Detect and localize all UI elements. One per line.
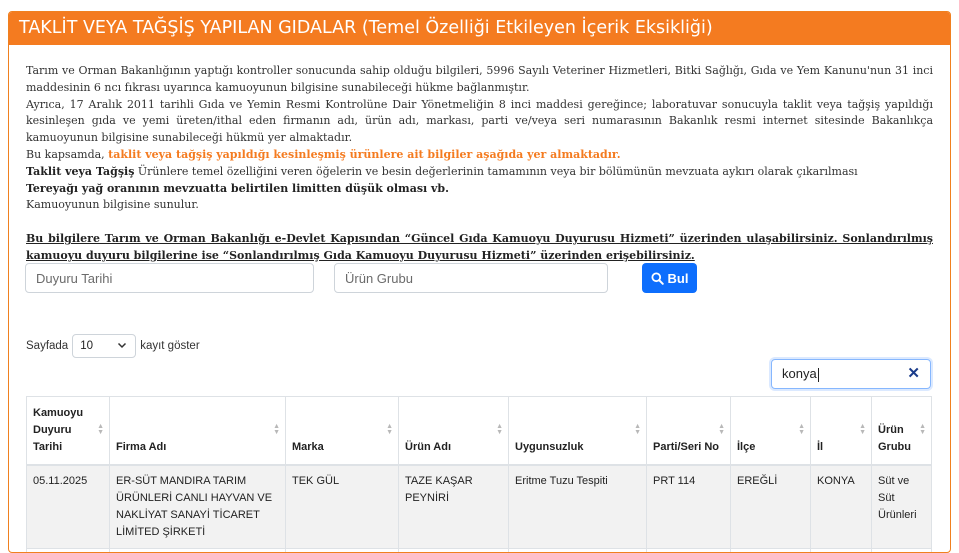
info-highlight: taklit veya tağşiş yapıldığı kesinleşmiş…	[108, 148, 620, 161]
info-paragraph-1: Tarım ve Orman Bakanlığının yaptığı kont…	[26, 63, 933, 97]
cell-empty	[27, 549, 110, 553]
page-length-select[interactable]: 10	[72, 334, 136, 358]
cell-date: 05.11.2025	[27, 465, 110, 549]
cell-empty	[872, 549, 932, 553]
column-header-group-label: Ürün Grubu	[878, 424, 911, 453]
column-header-lot-label: Parti/Seri No	[653, 441, 719, 453]
info-paragraph-4: Taklit veya Tağşiş Ürünlere temel özelli…	[26, 164, 933, 181]
edevlet-notice[interactable]: Bu bilgilere Tarım ve Orman Bakanlığı e-…	[26, 231, 933, 265]
column-header-company-label: Firma Adı	[116, 441, 166, 453]
cell-province: KONYA	[811, 465, 872, 549]
column-header-product-label: Ürün Adı	[405, 441, 451, 453]
cell-empty	[110, 549, 286, 553]
cell-lot: PRT 114	[647, 465, 731, 549]
sort-icon: ▲▼	[919, 424, 926, 436]
column-header-date[interactable]: Kamuoyu Duyuru Tarihi ▲▼	[27, 397, 110, 466]
main-panel: TAKLİT VEYA TAĞŞİŞ YAPILAN GIDALAR (Teme…	[8, 11, 951, 553]
column-header-district[interactable]: İlçe ▲▼	[731, 397, 811, 466]
content-body: Tarım ve Orman Bakanlığının yaptığı kont…	[9, 45, 950, 265]
sort-icon: ▲▼	[798, 424, 805, 436]
column-header-brand[interactable]: Marka ▲▼	[286, 397, 399, 466]
column-header-company[interactable]: Firma Adı ▲▼	[110, 397, 286, 466]
sort-icon: ▲▼	[718, 424, 725, 436]
cell-empty	[286, 549, 399, 553]
cell-empty	[731, 549, 811, 553]
table-row: 05.11.2025 ER-SÜT MANDIRA TARIM ÜRÜNLERİ…	[27, 465, 932, 549]
column-header-province[interactable]: İl ▲▼	[811, 397, 872, 466]
column-header-brand-label: Marka	[292, 441, 324, 453]
sort-icon: ▲▼	[496, 424, 503, 436]
table-header-row: Kamuoyu Duyuru Tarihi ▲▼ Firma Adı ▲▼ Mark…	[27, 397, 932, 466]
sort-icon: ▲▼	[634, 424, 641, 436]
sort-icon: ▲▼	[97, 424, 104, 436]
search-button[interactable]: Bul	[642, 263, 697, 293]
announcement-date-input[interactable]: Duyuru Tarihi	[25, 263, 314, 293]
table-search-input[interactable]: konya ✕	[771, 359, 931, 389]
search-button-label: Bul	[668, 271, 689, 286]
definition-term: Taklit veya Tağşiş	[26, 165, 134, 178]
product-group-input[interactable]: Ürün Grubu	[334, 263, 608, 293]
column-header-date-label: Kamuoyu Duyuru Tarihi	[33, 407, 83, 453]
table-search-value: konya	[782, 366, 817, 381]
sort-icon: ▲▼	[859, 424, 866, 436]
table-row	[27, 549, 932, 553]
cell-brand: TEK GÜL	[286, 465, 399, 549]
clear-search-icon[interactable]: ✕	[907, 360, 920, 388]
info-paragraph-2: Ayrıca, 17 Aralık 2011 tarihli Gıda ve Y…	[26, 97, 933, 147]
column-header-lot[interactable]: Parti/Seri No ▲▼	[647, 397, 731, 466]
info-paragraph-6: Kamuoyunun bilgisine sunulur.	[26, 197, 933, 214]
page-length-prefix: Sayfada	[26, 340, 68, 352]
results-table: Kamuoyu Duyuru Tarihi ▲▼ Firma Adı ▲▼ Mark…	[26, 396, 932, 553]
example-text: Tereyağı yağ oranının mevzuatta belirtil…	[26, 182, 449, 195]
info-text: Tarım ve Orman Bakanlığının yaptığı kont…	[26, 63, 933, 265]
cell-empty	[509, 549, 647, 553]
cell-group: Süt ve Süt Ürünleri	[872, 465, 932, 549]
filter-bar: Duyuru Tarihi Ürün Grubu Bul	[25, 263, 935, 297]
definition-text: Ürünlere temel özelliğini veren öğelerin…	[134, 165, 857, 178]
sort-icon: ▲▼	[273, 424, 280, 436]
page-length-control: Sayfada 10 kayıt göster	[26, 334, 200, 358]
column-header-province-label: İl	[817, 441, 823, 453]
cell-product: TAZE KAŞAR PEYNİRİ	[399, 465, 509, 549]
chevron-down-icon	[117, 340, 127, 350]
column-header-nonconformity-label: Uygunsuzluk	[515, 441, 583, 453]
text-cursor	[818, 368, 819, 382]
column-header-nonconformity[interactable]: Uygunsuzluk ▲▼	[509, 397, 647, 466]
cell-nonconformity: Eritme Tuzu Tespiti	[509, 465, 647, 549]
cell-empty	[399, 549, 509, 553]
page-length-value: 10	[80, 340, 93, 352]
search-icon	[651, 272, 664, 285]
cell-empty	[811, 549, 872, 553]
column-header-product[interactable]: Ürün Adı ▲▼	[399, 397, 509, 466]
cell-district: EREĞLİ	[731, 465, 811, 549]
info-paragraph-3: Bu kapsamda, taklit veya tağşiş yapıldığ…	[26, 147, 933, 164]
column-header-group[interactable]: Ürün Grubu ▲▼	[872, 397, 932, 466]
column-header-district-label: İlçe	[737, 441, 755, 453]
info-paragraph-3-prefix: Bu kapsamda,	[26, 148, 108, 161]
info-paragraph-5: Tereyağı yağ oranının mevzuatta belirtil…	[26, 181, 933, 198]
sort-icon: ▲▼	[386, 424, 393, 436]
cell-company: ER-SÜT MANDIRA TARIM ÜRÜNLERİ CANLI HAYV…	[110, 465, 286, 549]
page-length-suffix: kayıt göster	[140, 340, 199, 352]
cell-empty	[647, 549, 731, 553]
page-title: TAKLİT VEYA TAĞŞİŞ YAPILAN GIDALAR (Teme…	[9, 12, 950, 45]
